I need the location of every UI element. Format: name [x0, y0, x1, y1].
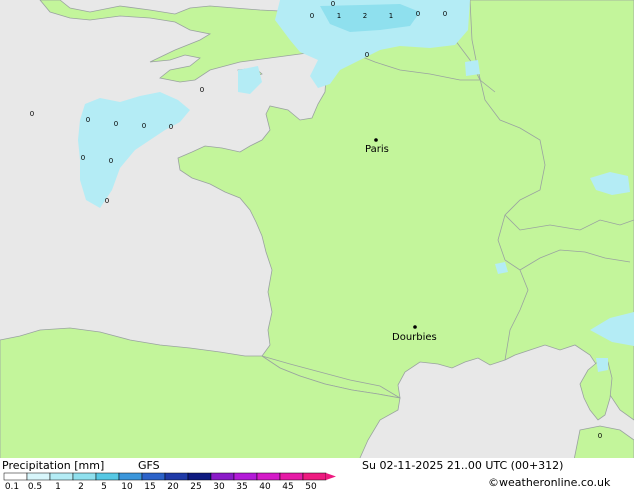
precip-mark: 0 [416, 10, 420, 18]
precip-mark: 0 [109, 157, 113, 165]
scale-label: 15 [144, 482, 155, 490]
scale-swatch [49, 472, 74, 481]
scale-swatch [118, 472, 143, 481]
scale-swatch [164, 472, 189, 481]
precip-mark: 0 [598, 432, 602, 440]
precip-mark: 2 [363, 12, 367, 20]
legend-model: GFS [138, 459, 160, 472]
scale-swatch [26, 472, 51, 481]
precip-mark: 0 [331, 0, 335, 8]
precipitation-map: 012100000000000000 Paris Dourbies Precip… [0, 0, 634, 490]
scale-swatch [72, 472, 97, 481]
precip-mark: 0 [105, 197, 109, 205]
scale-swatch [141, 472, 166, 481]
scale-label: 45 [282, 482, 293, 490]
city-dot [374, 138, 378, 142]
scale-swatch [210, 472, 235, 481]
precip-area-corsica [596, 358, 608, 372]
scale-label: 0.1 [5, 482, 19, 490]
scale-swatch [233, 472, 258, 481]
scale-label: 30 [213, 482, 225, 490]
precip-mark: 0 [200, 86, 204, 94]
color-scale [3, 472, 336, 481]
scale-label: 20 [167, 482, 179, 490]
scale-label: 50 [305, 482, 317, 490]
precip-mark: 0 [365, 51, 369, 59]
scale-label: 40 [259, 482, 271, 490]
city-label: Paris [365, 144, 389, 155]
scale-swatch [95, 472, 120, 481]
valid-time: Su 02-11-2025 21..00 UTC (00+312) [362, 459, 563, 472]
scale-label: 2 [78, 482, 84, 490]
precip-mark: 0 [30, 110, 34, 118]
precip-mark: 0 [114, 120, 118, 128]
precip-mark: 0 [142, 122, 146, 130]
scale-swatch [256, 472, 281, 481]
scale-label: 25 [190, 482, 201, 490]
precip-mark: 0 [86, 116, 90, 124]
map-canvas: 0 1 2 1 0 00000 0 0 00 0000 Paris Dourbies Precip… [0, 0, 634, 490]
scale-label: 1 [55, 482, 61, 490]
precip-mark: 0 [443, 10, 447, 18]
city-dot [413, 325, 417, 329]
precip-mark: 0 [310, 12, 314, 20]
precip-area-small-2 [465, 60, 480, 76]
scale-label: 0.5 [28, 482, 42, 490]
scale-swatch [3, 472, 28, 481]
legend-title: Precipitation [mm] [2, 459, 104, 472]
scale-label: 10 [121, 482, 133, 490]
precip-mark: 0 [81, 154, 85, 162]
precip-mark: 1 [337, 12, 341, 20]
city-label: Dourbies [392, 332, 437, 343]
scale-swatch [279, 472, 304, 481]
scale-swatch [187, 472, 212, 481]
precip-mark: 0 [169, 123, 173, 131]
precip-mark: 1 [389, 12, 393, 20]
scale-swatch [302, 472, 327, 481]
scale-label: 35 [236, 482, 247, 490]
scale-label: 5 [101, 482, 107, 490]
credit: ©weatheronline.co.uk [488, 476, 611, 489]
